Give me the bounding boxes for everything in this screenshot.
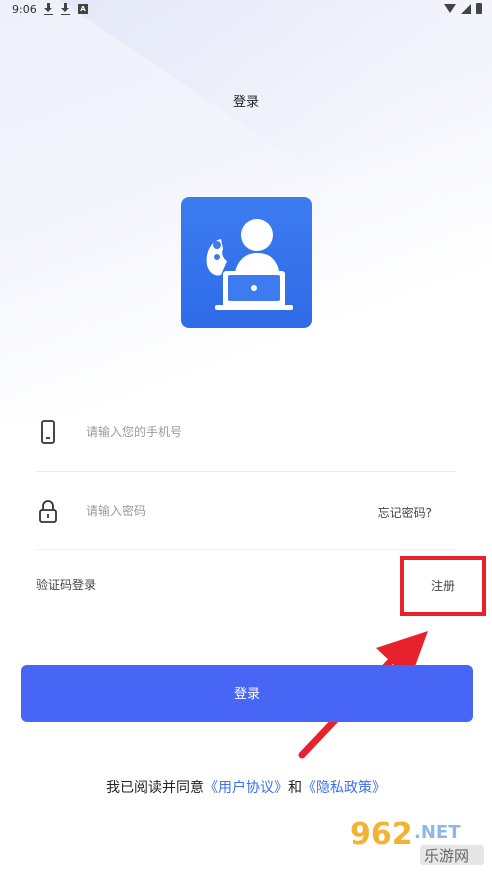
forgot-password-link[interactable]: 忘记密码? xyxy=(378,504,432,521)
phone-icon xyxy=(36,420,60,444)
status-notifications: A xyxy=(44,3,88,15)
phone-field xyxy=(36,412,456,452)
privacy-policy-link[interactable]: 《隐私政策》 xyxy=(302,780,386,796)
status-system-icons xyxy=(444,3,482,14)
lock-icon xyxy=(36,499,60,523)
login-button[interactable]: 登录 xyxy=(21,665,473,722)
page-title: 登录 xyxy=(232,95,259,110)
watermark-suffix: .NET xyxy=(414,822,461,843)
sms-login-link[interactable]: 验证码登录 xyxy=(36,576,96,593)
user-agreement-link[interactable]: 《用户协议》 xyxy=(204,780,288,796)
app-logo xyxy=(181,197,312,328)
signal-icon xyxy=(461,3,471,14)
app-notification-icon: A xyxy=(78,4,88,14)
highlight-box xyxy=(400,556,486,616)
agreement-text: 我已阅读并同意《用户协议》和《隐私政策》 xyxy=(0,777,492,797)
wifi-icon xyxy=(444,4,456,13)
phone-divider xyxy=(36,471,456,472)
download-icon xyxy=(61,3,70,15)
watermark-sub: 乐游网 xyxy=(424,847,469,865)
phone-input[interactable] xyxy=(86,422,356,442)
agreement-and: 和 xyxy=(288,780,302,796)
watermark-number: 962 xyxy=(350,817,413,852)
download-icon xyxy=(44,3,53,15)
status-time: 9:06 xyxy=(12,3,37,16)
operator-icon xyxy=(206,219,293,310)
battery-icon xyxy=(476,3,482,14)
status-bar: 9:06 A xyxy=(0,0,492,20)
agreement-prefix: 我已阅读并同意 xyxy=(106,780,204,796)
site-watermark: 962 .NET 乐游网 xyxy=(350,817,484,865)
password-divider xyxy=(36,549,456,550)
password-input[interactable] xyxy=(86,501,356,521)
